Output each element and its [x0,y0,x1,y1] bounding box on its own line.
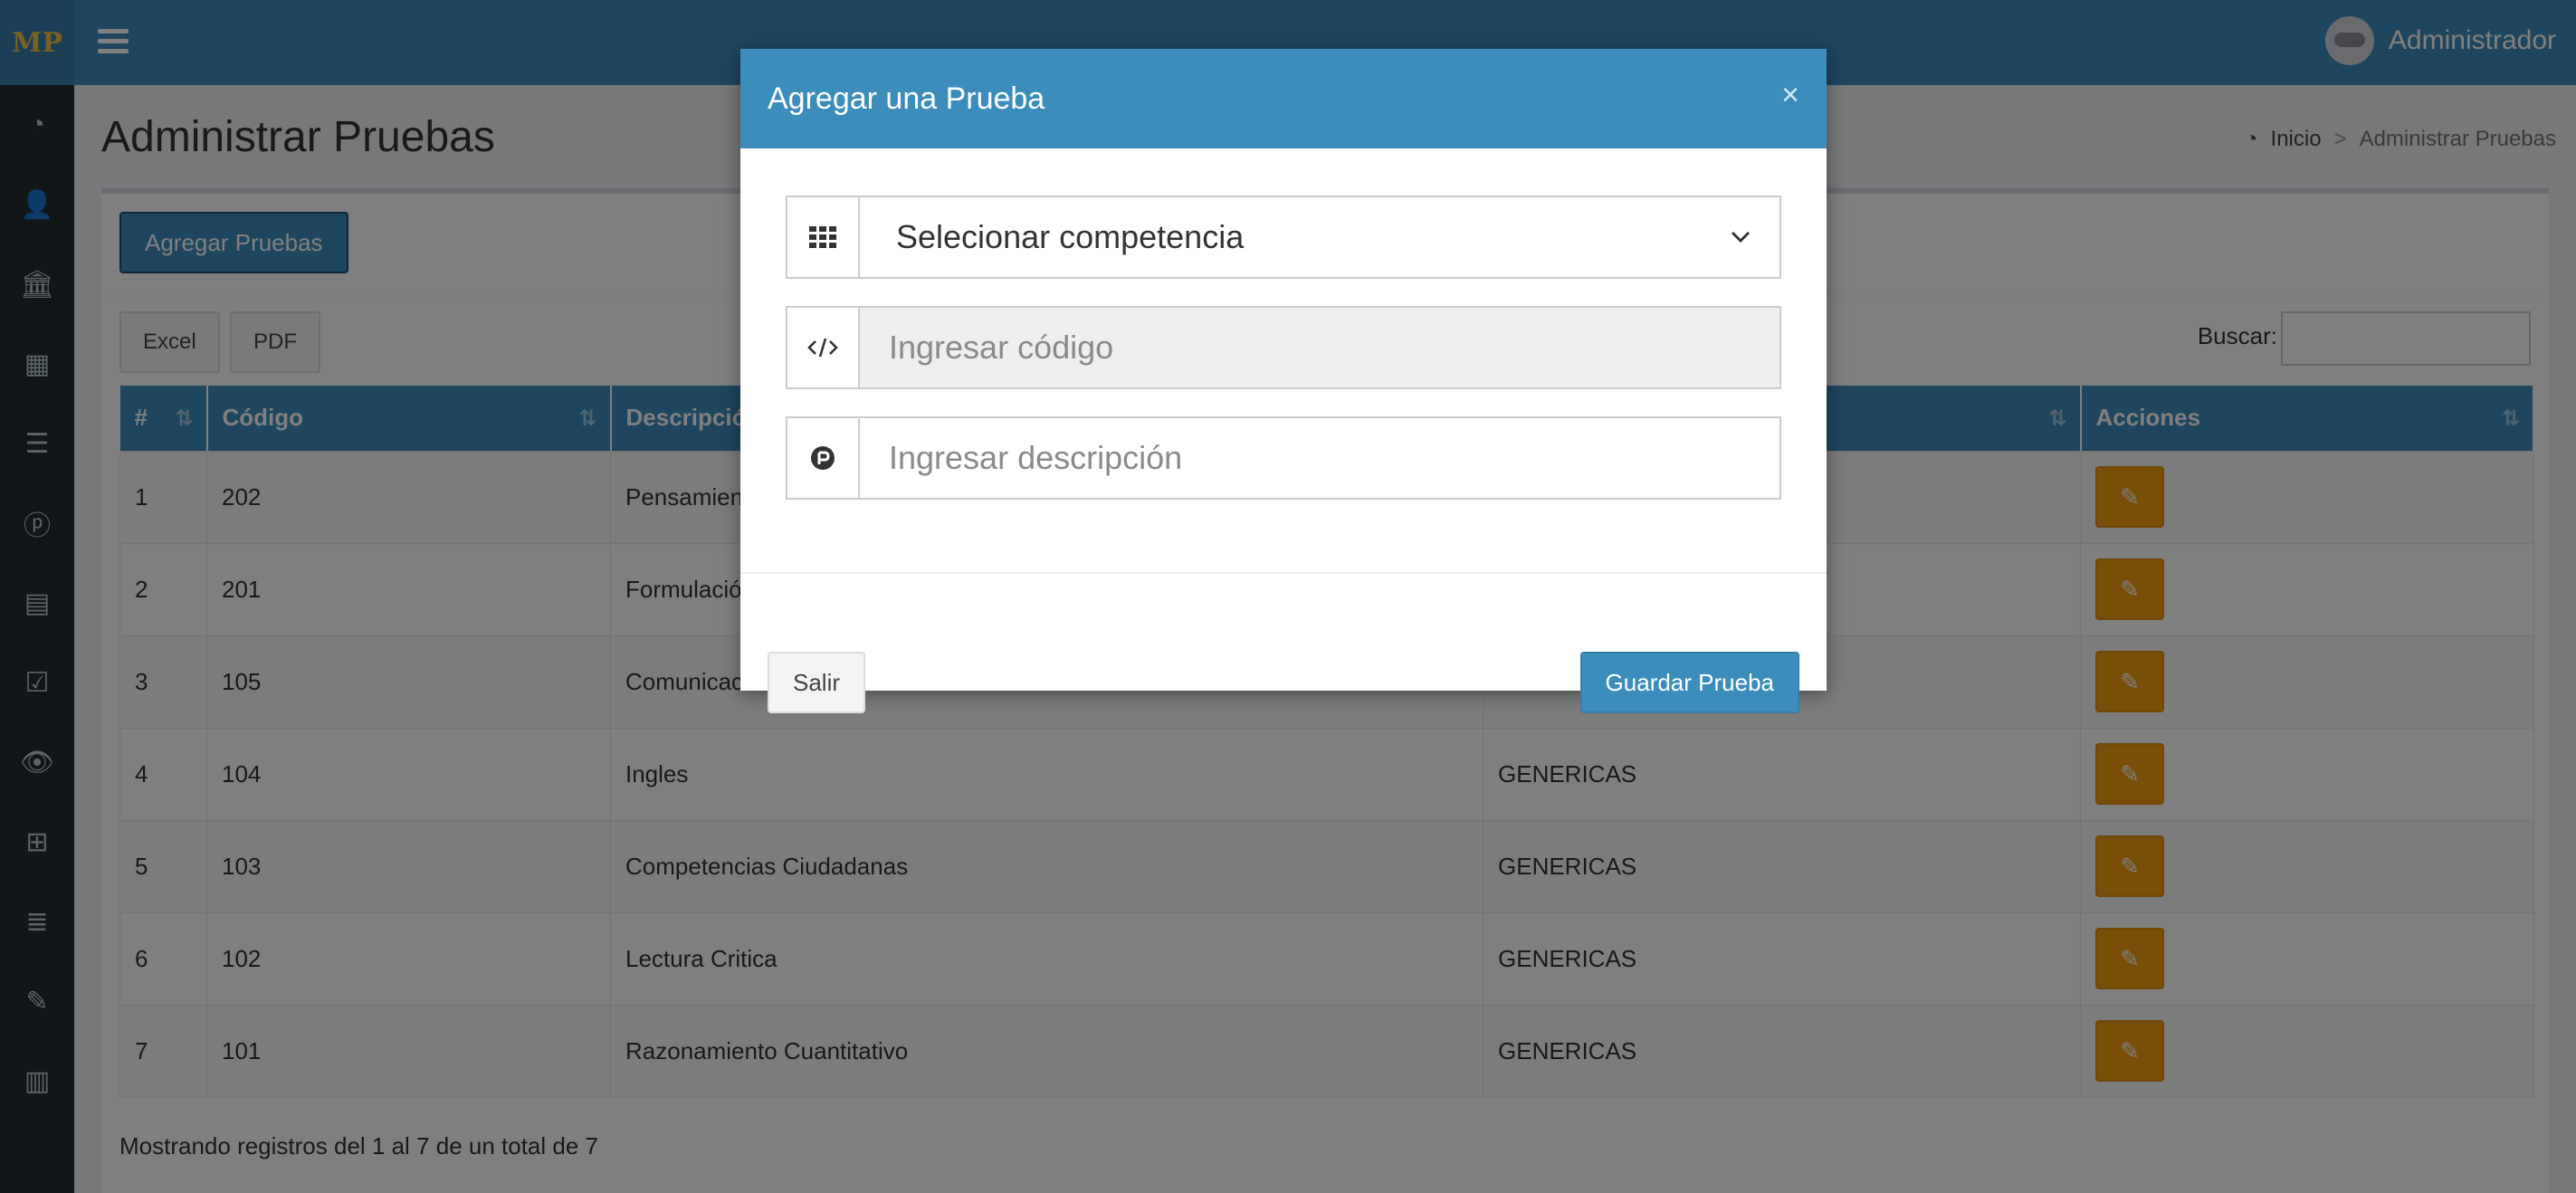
modal-title: Agregar una Prueba [768,81,1045,116]
competency-select-value: Selecionar competencia [896,218,1245,255]
add-test-modal: Agregar una Prueba × Selecionar competen… [740,49,1827,713]
code-field[interactable] [889,329,1751,367]
code-group [786,306,1781,389]
description-input[interactable] [858,416,1781,500]
grid-icon [786,196,858,279]
modal-footer: Salir Guardar Prueba [740,601,1827,713]
close-icon[interactable]: × [1781,80,1799,110]
code-input[interactable] [858,306,1781,389]
competency-select[interactable]: Selecionar competencia [858,196,1781,279]
description-group [786,416,1781,500]
description-field[interactable] [889,439,1751,477]
chevron-down-icon [1731,231,1751,243]
competency-group: Selecionar competencia [786,196,1781,279]
cancel-button[interactable]: Salir [768,652,866,713]
save-test-button[interactable]: Guardar Prueba [1579,652,1799,713]
code-icon [786,306,858,389]
product-hunt-icon [786,416,858,500]
modal-body: Selecionar competencia [740,148,1827,574]
modal-header: Agregar una Prueba × [740,49,1827,148]
